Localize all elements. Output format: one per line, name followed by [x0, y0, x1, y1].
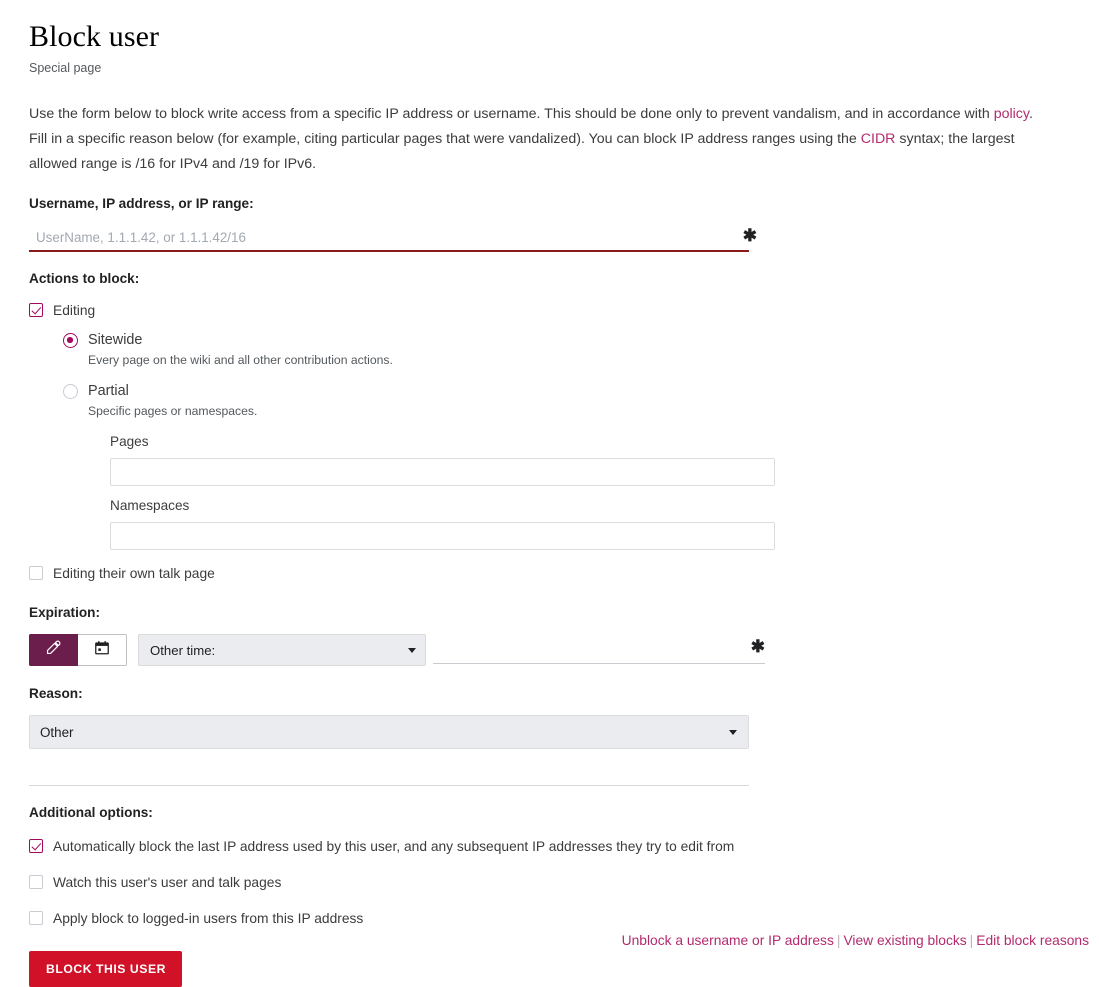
calendar-icon: [94, 640, 110, 661]
chevron-down-icon-reason: [729, 730, 737, 735]
checkbox-own-talk-row[interactable]: Editing their own talk page: [29, 563, 1071, 584]
block-scope-radio-group: Sitewide Every page on the wiki and all …: [63, 330, 1071, 550]
unblock-link[interactable]: Unblock a username or IP address: [622, 933, 834, 948]
checkbox-own-talk-label: Editing their own talk page: [53, 563, 215, 584]
radio-partial-row[interactable]: Partial: [63, 381, 1071, 401]
target-field-label: Username, IP address, or IP range:: [29, 195, 1071, 213]
checkbox-autoblock-row[interactable]: Automatically block the last IP address …: [29, 836, 1071, 857]
expiration-mode-calendar-button[interactable]: [78, 634, 127, 666]
namespaces-input[interactable]: [111, 523, 774, 549]
block-this-user-button[interactable]: Block this user: [29, 951, 182, 987]
page-subtitle: Special page: [29, 60, 1071, 76]
reason-label: Reason:: [29, 685, 1071, 703]
expiration-custom-input[interactable]: [433, 634, 723, 662]
radio-sitewide-help: Every page on the wiki and all other con…: [88, 352, 1071, 369]
expiration-label: Expiration:: [29, 604, 1071, 622]
checkbox-watch-user[interactable]: [29, 875, 43, 889]
footer-links: Unblock a username or IP address|View ex…: [622, 931, 1089, 951]
checkbox-hardblock-label: Apply block to logged-in users from this…: [53, 908, 363, 929]
target-input[interactable]: [29, 225, 689, 250]
checkbox-watch-user-label: Watch this user's user and talk pages: [53, 872, 281, 893]
expiration-preset-value: Other time:: [150, 643, 215, 658]
radio-sitewide[interactable]: [63, 333, 78, 348]
expiration-custom-input-wrapper: ✱: [433, 634, 765, 664]
namespaces-input-wrapper: [110, 522, 775, 550]
pages-field: Pages: [110, 432, 1071, 486]
footer-separator-1: |: [834, 933, 844, 948]
radio-sitewide-label: Sitewide: [88, 330, 142, 350]
edit-block-reasons-link[interactable]: Edit block reasons: [976, 933, 1089, 948]
intro-paragraph: Use the form below to block write access…: [29, 102, 1044, 177]
required-asterisk-icon: ✱: [743, 225, 757, 247]
checkbox-autoblock[interactable]: [29, 839, 43, 853]
namespaces-field: Namespaces: [110, 496, 1071, 550]
radio-sitewide-row[interactable]: Sitewide: [63, 330, 1071, 350]
block-user-page: Block user Special page Use the form bel…: [0, 0, 1099, 987]
checkbox-hardblock-row[interactable]: Apply block to logged-in users from this…: [29, 908, 1071, 929]
actions-label: Actions to block:: [29, 270, 1071, 288]
pages-label: Pages: [110, 432, 1071, 451]
cidr-link[interactable]: CIDR: [861, 131, 896, 147]
pencil-icon: [45, 639, 62, 661]
additional-options-label: Additional options:: [29, 804, 1071, 822]
page-title: Block user: [29, 18, 1071, 56]
footer-separator-2: |: [967, 933, 977, 948]
checkbox-hardblock[interactable]: [29, 911, 43, 925]
namespaces-label: Namespaces: [110, 496, 1071, 515]
radio-partial[interactable]: [63, 384, 78, 399]
target-input-wrapper: ✱: [29, 225, 749, 252]
intro-text-1: Use the form below to block write access…: [29, 106, 994, 122]
policy-link[interactable]: policy: [994, 106, 1029, 122]
chevron-down-icon: [408, 648, 416, 653]
view-existing-blocks-link[interactable]: View existing blocks: [843, 933, 966, 948]
pages-input[interactable]: [111, 459, 774, 485]
reason-selected-value: Other: [40, 725, 74, 740]
checkbox-autoblock-label: Automatically block the last IP address …: [53, 836, 734, 857]
checkbox-editing[interactable]: [29, 303, 43, 317]
expiration-preset-select[interactable]: Other time:: [138, 634, 426, 666]
reason-select[interactable]: Other: [29, 715, 749, 749]
checkbox-own-talk[interactable]: [29, 566, 43, 580]
checkbox-editing-row[interactable]: Editing: [29, 300, 1071, 321]
checkbox-editing-label: Editing: [53, 300, 95, 321]
expiration-mode-relative-button[interactable]: [29, 634, 78, 666]
expiration-mode-toggle-group: [29, 634, 127, 666]
required-asterisk-icon-expiration: ✱: [751, 636, 765, 658]
radio-partial-label: Partial: [88, 381, 129, 401]
radio-partial-help: Specific pages or namespaces.: [88, 403, 1071, 420]
section-divider: [29, 785, 749, 786]
expiration-row: Other time: ✱: [29, 634, 1071, 666]
pages-input-wrapper: [110, 458, 775, 486]
checkbox-watch-user-row[interactable]: Watch this user's user and talk pages: [29, 872, 1071, 893]
